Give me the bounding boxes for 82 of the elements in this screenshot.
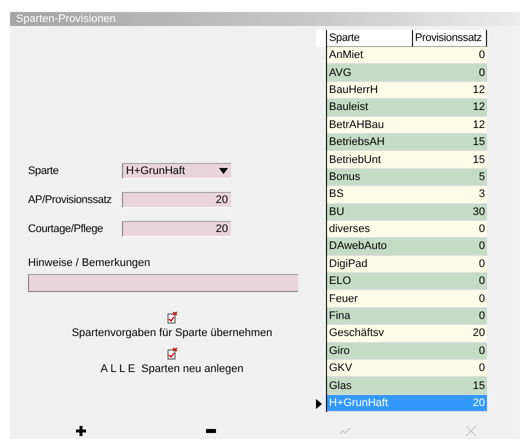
table-cell-text: Feuer	[328, 292, 359, 307]
table-row[interactable]: DigiPad 0	[327, 256, 487, 274]
table-cell-text: H+GrunHaft	[328, 396, 389, 411]
table-cell-text: AVG	[328, 66, 352, 81]
table-cell-text: 12	[472, 100, 486, 116]
table-cell-text: BetriebUnt	[328, 152, 382, 168]
table-row[interactable]: Glas 15	[327, 377, 487, 395]
table-cell-text: GKV	[328, 361, 354, 376]
table-cell-text: 30	[472, 204, 486, 220]
table-cell-text: 0	[478, 48, 486, 64]
table-cell-text: diverses	[328, 222, 371, 238]
table-cell-text: BetriebsAH	[328, 135, 386, 150]
corner-header	[316, 30, 327, 47]
window-title: Sparten-Provisionen	[10, 12, 520, 26]
table-cell-text: DAwebAuto	[328, 239, 388, 254]
table-cell-text: 20	[472, 326, 486, 342]
table-cell-text: 3	[478, 187, 486, 202]
table-cell-text: BetrAHBau	[328, 118, 386, 133]
table-cell-text: Fina	[328, 309, 352, 324]
input-field[interactable]: 20	[122, 220, 231, 236]
table-row[interactable]: DAwebAuto 0	[327, 238, 487, 256]
table-cell-text: 0	[478, 292, 486, 307]
table-row[interactable]: ELO 0	[327, 273, 487, 290]
table-cell-text: BS	[328, 187, 345, 202]
table-cell-text: 12	[472, 118, 486, 133]
table-row[interactable]: BetrAHBau 12	[327, 116, 487, 134]
table-row[interactable]: Geschäftsv 20	[327, 325, 487, 343]
table-row[interactable]: AnMiet 0	[327, 47, 487, 64]
table-cell-text: Bonus	[328, 170, 362, 185]
input-field[interactable]: 20	[122, 192, 231, 208]
table-cell-text: BU	[328, 204, 346, 220]
table-cell-text: 0	[478, 239, 486, 254]
column-header[interactable]: Sparte	[327, 30, 413, 47]
table-cell-text: 0	[478, 361, 486, 376]
table-cell-text: 0	[478, 222, 486, 238]
remarks-field[interactable]	[28, 274, 298, 292]
field-label: Courtage/Pflege	[28, 222, 104, 234]
action-button[interactable]: A L L E Sparten neu anlegen	[100, 347, 244, 375]
column-header[interactable]: Provisionssatz	[413, 30, 487, 47]
table-cell-text: ELO	[328, 274, 352, 290]
table-cell-text: 0	[478, 66, 486, 81]
table-row[interactable]: GKV 0	[327, 360, 487, 378]
table-cell-text: Giro	[328, 344, 351, 359]
table-row[interactable]: BU 30	[327, 204, 487, 221]
table-row[interactable]: BetriebsAH 15	[327, 134, 487, 152]
table-cell-text: 0	[478, 344, 486, 359]
close-icon	[464, 424, 478, 436]
field-label: AP/Provisionssatz	[28, 194, 113, 206]
table-cell-text: 0	[478, 274, 486, 290]
table-row[interactable]: BetriebUnt 15	[327, 151, 487, 169]
table-cell-text: 20	[472, 396, 486, 411]
table-cell-text: 12	[472, 82, 486, 98]
table-cell-text: 15	[472, 378, 486, 394]
add-button[interactable]	[74, 424, 88, 436]
table-row[interactable]: Giro 0	[327, 342, 487, 360]
table-cell-text: BauHerrH	[328, 82, 379, 98]
table-cell-text: 15	[472, 135, 486, 150]
table-cell-text: DigiPad	[328, 256, 369, 272]
plus-icon	[74, 424, 88, 436]
table-row[interactable]: diverses 0	[327, 220, 487, 238]
sparte-dropdown[interactable]: H+GrunHaft	[122, 162, 231, 178]
field-label: Sparte	[28, 164, 60, 176]
table-cell-text: 5	[478, 170, 486, 185]
field-label: Hinweise / Bemerkungen	[28, 257, 152, 269]
table-cell-text: 15	[472, 152, 486, 168]
table-cell-text: Bauleist	[328, 100, 370, 116]
table-row[interactable]: Feuer 0	[327, 290, 487, 308]
table-cell-text: Glas	[328, 378, 353, 394]
table-row[interactable]: BauHerrH 12	[327, 82, 487, 100]
table-cell-text: AnMiet	[328, 48, 364, 64]
clipboard-check-icon	[165, 347, 178, 360]
caret-icon	[219, 168, 228, 174]
table-row[interactable]: Bonus 5	[327, 168, 487, 186]
table-cell-text: 0	[478, 309, 486, 324]
table-row[interactable]: BS 3	[327, 186, 487, 204]
table-row[interactable]: Bauleist 12	[327, 99, 487, 117]
table-row[interactable]: AVG 0	[327, 64, 487, 82]
action-button[interactable]: Spartenvorgaben für Sparte übernehmen	[72, 311, 272, 339]
clipboard-check-icon	[165, 311, 178, 324]
table-row[interactable]: Fina 0	[327, 308, 487, 326]
table-cell-text: Geschäftsv	[328, 326, 386, 342]
table-cell-text: 0	[478, 256, 486, 272]
